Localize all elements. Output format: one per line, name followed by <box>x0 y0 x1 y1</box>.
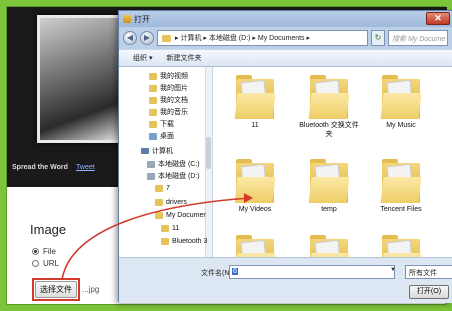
annotation-arrow <box>61 193 253 281</box>
